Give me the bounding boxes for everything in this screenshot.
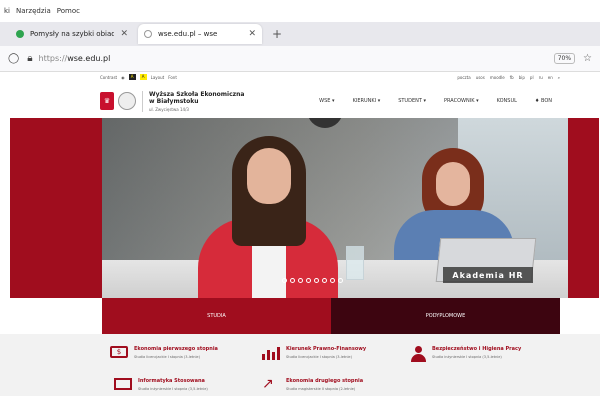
study-tabs: STUDIA PODYPLOMOWE (102, 298, 560, 334)
search-icon[interactable]: ⌕ (558, 75, 560, 80)
site-header: ♛ Wyższa Szkoła Ekonomiczna w Białymstok… (100, 84, 560, 118)
link-fb[interactable]: fb (510, 75, 514, 80)
trend-up-icon: ↗ (262, 376, 274, 392)
contrast-dark-icon[interactable]: A (128, 74, 136, 80)
link-poczta[interactable]: poczta (457, 75, 470, 80)
close-icon[interactable]: ✕ (248, 29, 256, 39)
offer-bhp[interactable]: Bezpieczeństwo i Higiena Pracy Studia in… (410, 346, 521, 362)
new-tab-plus-icon[interactable]: + (272, 27, 282, 41)
hero-photo[interactable]: Akademia HR (102, 118, 568, 298)
offer-prawno-finansowy[interactable]: Kierunek Prawno-Finansowy Studia licencj… (262, 346, 366, 360)
nav-pracownik[interactable]: PRACOWNIK ▾ (444, 98, 479, 104)
tab-podyplomowe[interactable]: PODYPLOMOWE (331, 298, 560, 334)
bookmark-star-icon[interactable]: ☆ (583, 53, 592, 64)
tab-title: wse.edu.pl – wse (158, 30, 218, 38)
university-seal-icon (118, 92, 136, 110)
font-label[interactable]: Font (168, 75, 177, 80)
carousel-dots[interactable] (282, 278, 343, 283)
nav-student[interactable]: STUDENT ▾ (398, 98, 426, 104)
url-protocol: https:// (38, 54, 68, 63)
offer-ekonomia-1[interactable]: $ Ekonomia pierwszego stopnia Studia lic… (110, 346, 218, 359)
offer-informatyka[interactable]: Informatyka Stosowana Studia inżynierski… (114, 378, 208, 391)
bar-chart-icon (262, 346, 280, 360)
shield-icon[interactable]: ◯ (8, 53, 19, 64)
url-host: wse.edu.pl (67, 54, 111, 63)
tab-recipes[interactable]: Pomysły na szybki obiad do 30 ✕ (10, 24, 134, 44)
offer-ekonomia-2[interactable]: ↗ Ekonomia drugiego stopnia Studia magis… (262, 376, 363, 392)
tab-bar: Pomysły na szybki obiad do 30 ✕ wse.edu.… (0, 22, 600, 46)
menu-item-pomoc[interactable]: Pomoc (57, 7, 80, 15)
nav-wse[interactable]: WSE ▾ (319, 98, 334, 104)
tab-title: Pomysły na szybki obiad do 30 (30, 30, 115, 38)
tab-studia[interactable]: STUDIA (102, 298, 331, 334)
top-links: poczta usos moodle fb bip pl ru en ⌕ (457, 75, 560, 80)
layout-label[interactable]: Layout (151, 75, 165, 80)
hero-caption: Akademia HR (443, 267, 533, 283)
person-icon (410, 346, 426, 362)
accessibility-strip: Contrast ◉ A A Layout Font poczta usos m… (100, 72, 560, 82)
money-icon: $ (110, 346, 128, 358)
close-icon[interactable]: ✕ (120, 29, 128, 39)
tab-wse[interactable]: wse.edu.pl – wse ✕ (138, 24, 262, 44)
lang-en[interactable]: en (548, 75, 553, 80)
nav-kierunki[interactable]: KIERUNKI ▾ (353, 98, 381, 104)
contrast-yellow-icon[interactable]: A (139, 74, 147, 80)
globe-icon (144, 30, 152, 38)
green-circle-icon (16, 30, 24, 38)
contrast-label[interactable]: Contrast (100, 75, 117, 80)
nav-konsul[interactable]: KONSUL (497, 98, 517, 104)
hero-banner: Akademia HR (10, 118, 599, 298)
menubar: ki Narzędzia Pomoc (0, 0, 600, 22)
study-offers: $ Ekonomia pierwszego stopnia Studia lic… (0, 334, 600, 396)
university-name[interactable]: Wyższa Szkoła Ekonomiczna w Białymstoku … (142, 90, 244, 112)
link-moodle[interactable]: moodle (490, 75, 505, 80)
lang-pl[interactable]: pl (530, 75, 534, 80)
eagle-emblem-icon[interactable]: ♛ (100, 92, 114, 110)
navigation-bar: ◯ 🔒︎ https://wse.edu.pl 70% ☆ (0, 46, 600, 72)
link-usos[interactable]: usos (476, 75, 485, 80)
main-navigation: WSE ▾ KIERUNKI ▾ STUDENT ▾ PRACOWNIK ▾ K… (319, 98, 560, 104)
menu-item-narzedzia[interactable]: Narzędzia (16, 7, 51, 15)
lang-ru[interactable]: ru (539, 75, 543, 80)
nav-bon[interactable]: ♦ BON (535, 98, 552, 104)
contrast-icon[interactable]: ◉ (121, 75, 125, 80)
menu-item-ki[interactable]: ki (4, 7, 10, 15)
link-bip[interactable]: bip (519, 75, 525, 80)
webpage: Contrast ◉ A A Layout Font poczta usos m… (0, 72, 600, 396)
address-bar[interactable]: 🔒︎ https://wse.edu.pl (27, 53, 545, 64)
zoom-level[interactable]: 70% (553, 53, 576, 64)
lock-icon: 🔒︎ (27, 53, 33, 64)
monitor-icon (114, 378, 132, 390)
